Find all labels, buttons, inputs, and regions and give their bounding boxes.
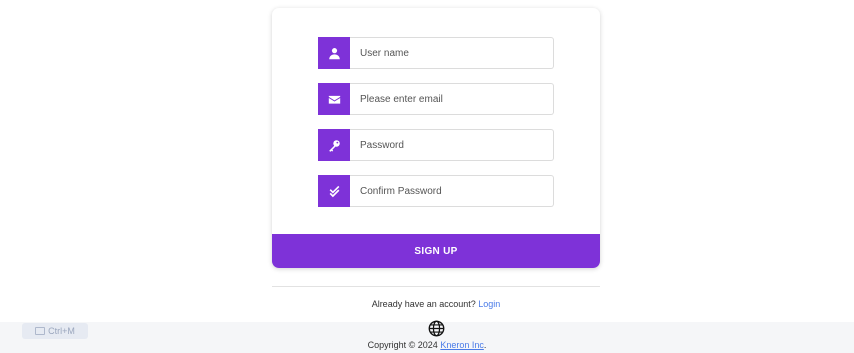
email-field bbox=[318, 83, 554, 115]
signup-card: SIGN UP bbox=[272, 8, 600, 268]
shortcut-badge[interactable]: Ctrl+M bbox=[22, 323, 88, 339]
signup-page: SIGN UP Already have an account? Login C… bbox=[0, 0, 854, 353]
double-check-icon bbox=[318, 175, 350, 207]
envelope-icon bbox=[318, 83, 350, 115]
confirm-password-input[interactable] bbox=[350, 175, 554, 207]
login-link[interactable]: Login bbox=[478, 299, 500, 309]
copyright-suffix: . bbox=[483, 340, 487, 350]
copyright: Copyright © 2024 Kneron Inc. bbox=[0, 340, 854, 350]
signup-button[interactable]: SIGN UP bbox=[272, 234, 600, 268]
username-field bbox=[318, 37, 554, 69]
shortcut-label: Ctrl+M bbox=[48, 326, 75, 336]
divider bbox=[272, 286, 600, 287]
confirm-password-field bbox=[318, 175, 554, 207]
password-field bbox=[318, 129, 554, 161]
globe-icon bbox=[428, 320, 445, 337]
login-prompt-text: Already have an account? bbox=[371, 299, 476, 309]
password-input[interactable] bbox=[350, 129, 554, 161]
key-icon bbox=[318, 129, 350, 161]
login-prompt: Already have an account? Login bbox=[272, 299, 600, 309]
user-icon bbox=[318, 37, 350, 69]
keyboard-icon bbox=[35, 327, 46, 335]
company-link[interactable]: Kneron Inc bbox=[440, 340, 484, 350]
username-input[interactable] bbox=[350, 37, 554, 69]
copyright-text: Copyright © 2024 bbox=[367, 340, 438, 350]
email-input[interactable] bbox=[350, 83, 554, 115]
